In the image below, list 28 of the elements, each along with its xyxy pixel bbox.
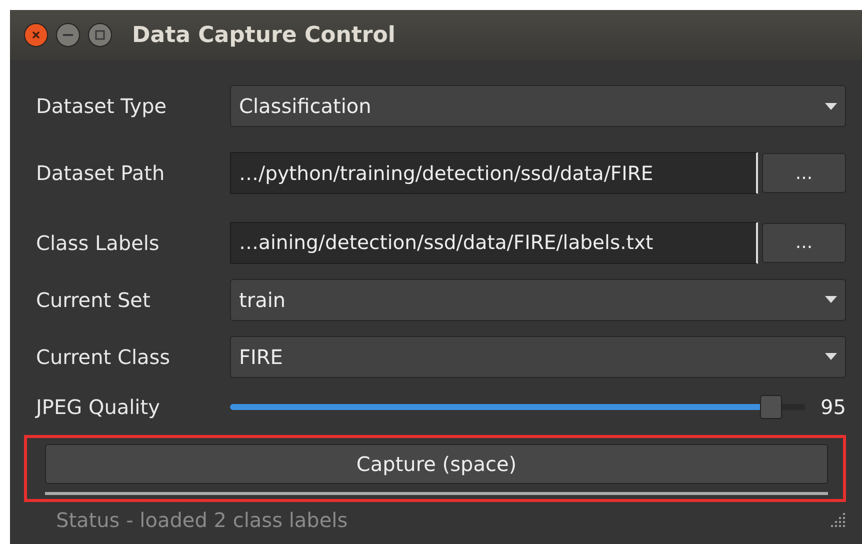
field-label: Current Class xyxy=(36,344,172,368)
capture-button[interactable]: Capture (space) xyxy=(45,444,828,484)
dropdown[interactable]: Classification xyxy=(230,85,846,127)
dropdown[interactable]: FIRE xyxy=(230,336,846,378)
dropdown-caret-icon xyxy=(825,353,837,360)
field-label: Current Set xyxy=(36,288,152,312)
dropdown-caret-icon xyxy=(825,102,837,110)
browse-button[interactable]: ... xyxy=(762,153,846,193)
field-label: Dataset Path xyxy=(36,161,166,185)
resize-grip-icon xyxy=(830,512,846,528)
minimize-icon xyxy=(63,34,73,36)
field-label: JPEG Quality xyxy=(36,395,161,419)
field-label: Dataset Type xyxy=(36,94,168,118)
status-text: Status - loaded 2 class labels xyxy=(56,508,348,532)
browse-button[interactable]: ... xyxy=(762,222,846,262)
path-field[interactable]: …/python/training/detection/ssd/data/FIRE xyxy=(230,152,758,194)
dropdown[interactable]: train xyxy=(230,278,846,320)
close-button[interactable] xyxy=(24,23,48,47)
field-label: Class Labels xyxy=(36,230,160,254)
minimize-button[interactable] xyxy=(56,23,80,47)
slider-handle[interactable] xyxy=(760,395,782,419)
slider-value: 95 xyxy=(820,395,846,419)
close-icon xyxy=(31,30,41,40)
maximize-icon xyxy=(95,30,105,40)
dropdown-caret-icon xyxy=(825,296,837,303)
maximize-button[interactable] xyxy=(88,23,112,47)
window-title: Data Capture Control xyxy=(132,22,396,48)
path-field[interactable]: …aining/detection/ssd/data/FIRE/labels.txt xyxy=(230,222,758,264)
